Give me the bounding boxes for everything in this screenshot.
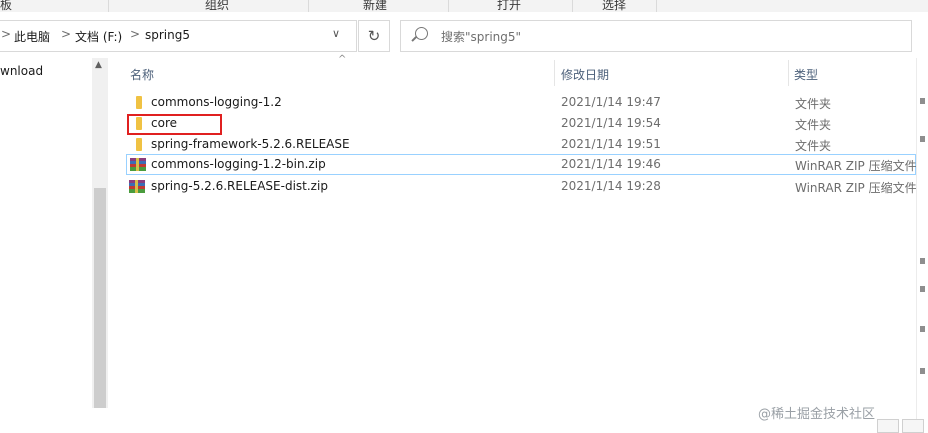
address-row: > 此电脑 > 文档 (F:) > spring5 ∨ ↻ 搜索"spring5…: [0, 12, 928, 58]
search-icon: [415, 27, 428, 40]
highlight-annotation: [127, 114, 222, 135]
breadcrumb-drive-f[interactable]: 文档 (F:): [75, 28, 122, 45]
file-name: spring-5.2.6.RELEASE-dist.zip: [151, 179, 328, 193]
refresh-button[interactable]: ↻: [358, 20, 390, 52]
search-input[interactable]: 搜索"spring5": [400, 20, 912, 52]
file-type: 文件夹: [795, 118, 832, 132]
column-headers: ^ 名称 修改日期 类型: [110, 54, 928, 88]
file-date: 2021/1/14 19:28: [561, 179, 661, 193]
ribbon-separator: [656, 0, 657, 12]
nav-scrollbar[interactable]: ▲: [92, 58, 108, 408]
file-type: 文件夹: [795, 139, 832, 153]
edge-mark: [920, 326, 925, 332]
nav-item-downloads[interactable]: wnload: [0, 64, 90, 78]
file-row-selected[interactable]: commons-logging-1.2-bin.zip 2021/1/14 19…: [126, 154, 917, 175]
file-row[interactable]: commons-logging-1.2 2021/1/14 19:47 文件夹: [126, 92, 916, 113]
file-date: 2021/1/14 19:54: [561, 116, 661, 130]
column-divider[interactable]: [554, 60, 555, 86]
ribbon-separator: [108, 0, 109, 12]
file-type: WinRAR ZIP 压缩文件: [795, 159, 917, 173]
ribbon-separator: [448, 0, 449, 12]
folder-icon: [132, 96, 142, 109]
scroll-thumb[interactable]: [94, 188, 106, 408]
search-placeholder: 搜索"spring5": [441, 30, 522, 44]
winrar-zip-icon: [129, 180, 145, 193]
breadcrumb-chevron-icon[interactable]: >: [61, 27, 71, 41]
watermark-credit: @稀土掘金技术社区: [758, 407, 876, 422]
column-header-type[interactable]: 类型: [794, 66, 818, 83]
breadcrumb-this-pc[interactable]: 此电脑: [14, 28, 50, 45]
scroll-up-icon[interactable]: ▲: [95, 60, 102, 70]
file-type: 文件夹: [795, 97, 832, 111]
column-header-date[interactable]: 修改日期: [561, 66, 609, 83]
file-type: WinRAR ZIP 压缩文件: [795, 181, 917, 195]
file-name: spring-framework-5.2.6.RELEASE: [151, 137, 350, 151]
sort-ascending-icon: ^: [338, 54, 347, 65]
file-date: 2021/1/14 19:46: [561, 157, 661, 171]
address-bar[interactable]: > 此电脑 > 文档 (F:) > spring5 ∨: [0, 20, 357, 52]
address-dropdown-icon[interactable]: ∨: [332, 27, 340, 40]
file-row[interactable]: spring-5.2.6.RELEASE-dist.zip 2021/1/14 …: [126, 176, 917, 197]
breadcrumb-chevron-icon[interactable]: >: [1, 27, 11, 41]
breadcrumb-chevron-icon[interactable]: >: [130, 27, 140, 41]
file-name: commons-logging-1.2-bin.zip: [151, 157, 326, 171]
edge-mark: [920, 286, 925, 292]
file-date: 2021/1/14 19:51: [561, 137, 661, 151]
edge-mark: [920, 368, 925, 374]
folder-icon: [132, 138, 142, 151]
file-date: 2021/1/14 19:47: [561, 95, 661, 109]
edge-mark: [920, 136, 925, 142]
file-row[interactable]: spring-framework-5.2.6.RELEASE 2021/1/14…: [126, 134, 916, 155]
file-name: commons-logging-1.2: [151, 95, 282, 109]
file-row[interactable]: core 2021/1/14 19:54 文件夹: [126, 113, 916, 134]
edge-mark: [920, 98, 925, 104]
ribbon-separator: [572, 0, 573, 12]
winrar-zip-icon: [130, 158, 146, 171]
column-header-name[interactable]: 名称: [130, 66, 154, 83]
edge-mark: [920, 258, 925, 264]
breadcrumb-spring5[interactable]: spring5: [145, 28, 190, 42]
details-pane-edge: [916, 58, 928, 431]
ribbon-separator: [308, 0, 309, 12]
column-divider[interactable]: [788, 60, 789, 86]
